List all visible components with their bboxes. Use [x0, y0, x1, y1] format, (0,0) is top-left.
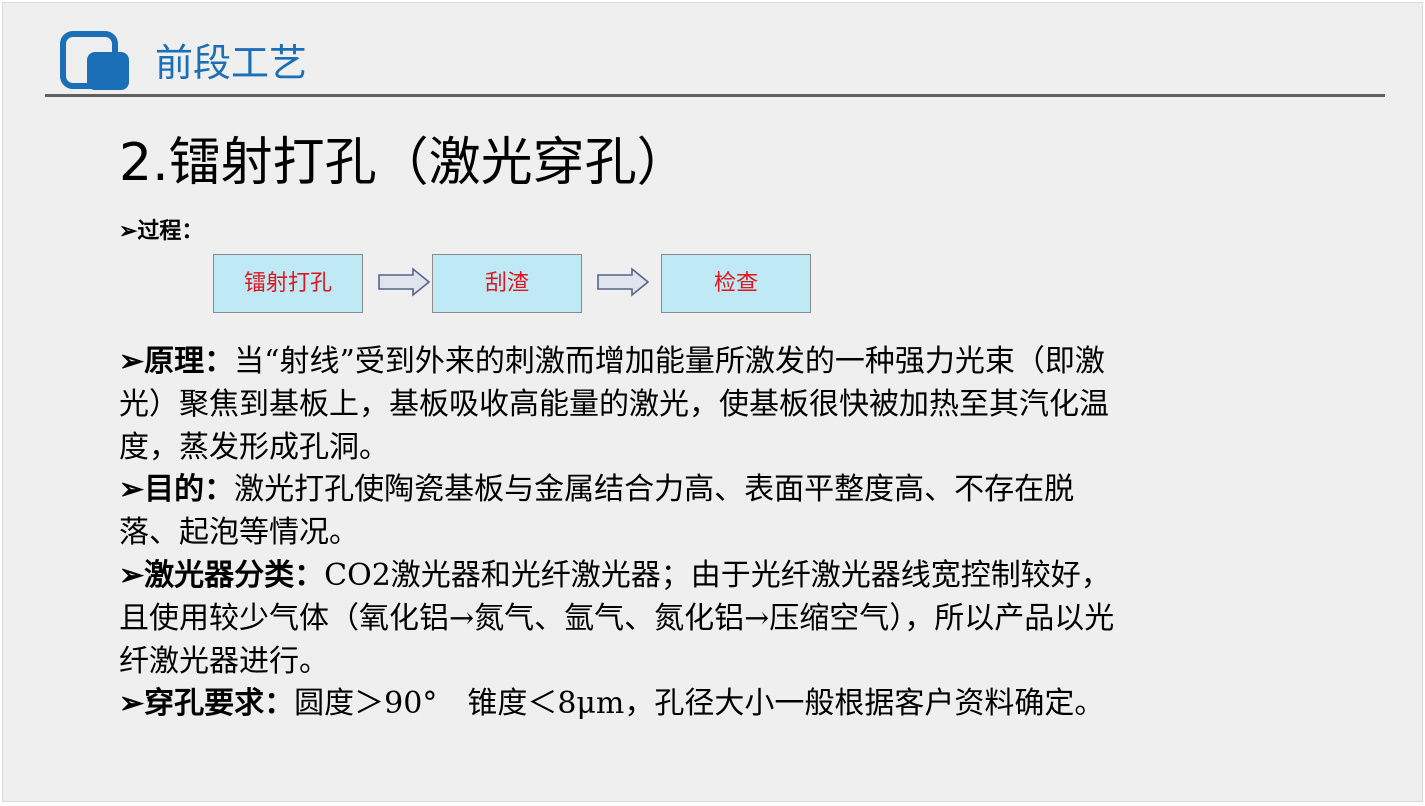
flow-step-inspection: 检查 — [661, 254, 811, 313]
section-label: ➢穿孔要求： — [119, 686, 295, 722]
process-label: ➢过程： — [119, 218, 204, 244]
section-laser-types: ➢激光器分类：CO2激光器和光纤激光器；由于光纤激光器线宽控制较好，且使用较少气… — [119, 555, 1119, 683]
slide: 前段工艺 2.镭射打孔（激光穿孔） ➢过程： 镭射打孔 刮渣 检查 ➢原理：当“… — [2, 2, 1423, 802]
section-text: 圆度＞90° 锥度＜8μm，孔径大小一般根据客户资料确定。 — [294, 686, 1105, 722]
slide-title: 2.镭射打孔（激光穿孔） — [119, 133, 689, 193]
section-hole-requirements: ➢穿孔要求：圆度＞90° 锥度＜8μm，孔径大小一般根据客户资料确定。 — [119, 683, 1119, 726]
bullet-list: ➢原理：当“射线”受到外来的刺激而增加能量所激发的一种强力光束（即激光）聚焦到基… — [119, 341, 1119, 726]
section-label: ➢原理： — [119, 344, 235, 379]
flow-step-laser-drilling: 镭射打孔 — [213, 254, 363, 313]
section-purpose: ➢目的：激光打孔使陶瓷基板与金属结合力高、表面平整度高、不存在脱落、起泡等情况。 — [119, 469, 1119, 555]
section-text: 当“射线”受到外来的刺激而增加能量所激发的一种强力光束（即激光）聚焦到基板上，基… — [119, 344, 1109, 465]
section-principle: ➢原理：当“射线”受到外来的刺激而增加能量所激发的一种强力光束（即激光）聚焦到基… — [119, 341, 1119, 469]
header-title: 前段工艺 — [155, 41, 308, 85]
flow-step-slag-scraping: 刮渣 — [432, 254, 582, 313]
section-text: 激光打孔使陶瓷基板与金属结合力高、表面平整度高、不存在脱落、起泡等情况。 — [119, 472, 1075, 551]
section-label: ➢激光器分类： — [119, 557, 325, 593]
right-arrow-icon — [597, 267, 650, 297]
section-label: ➢目的： — [119, 472, 235, 508]
header-divider — [45, 94, 1385, 97]
rounded-squares-logo-icon — [60, 31, 129, 90]
right-arrow-icon — [378, 267, 431, 297]
